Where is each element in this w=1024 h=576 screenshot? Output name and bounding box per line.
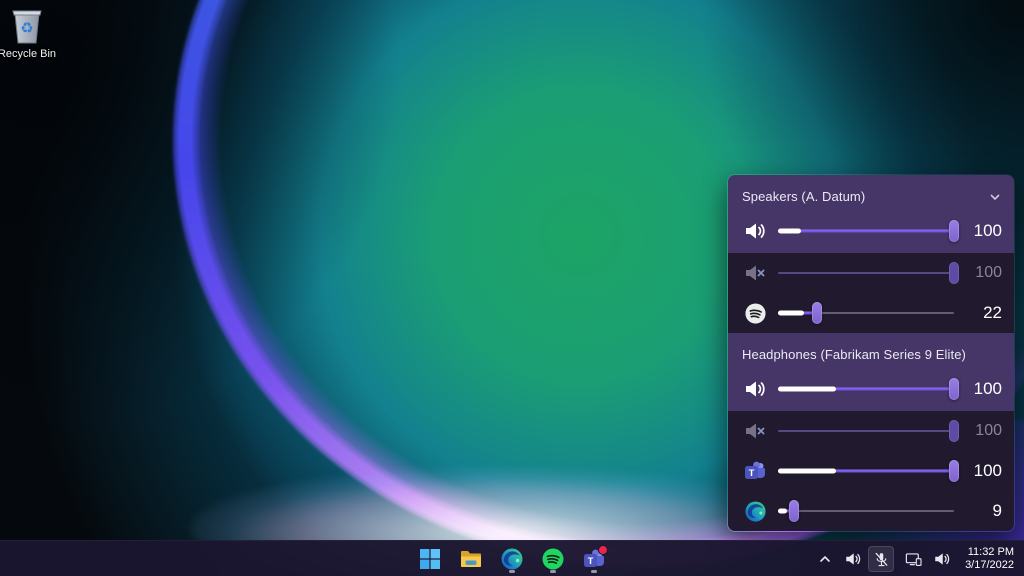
tray-volume-button[interactable] bbox=[929, 545, 955, 573]
edge-taskbar-button[interactable] bbox=[498, 544, 526, 574]
volume-value: 100 bbox=[964, 461, 1002, 481]
spotify-slider-row: 22 bbox=[728, 293, 1014, 333]
mic-muted-button[interactable] bbox=[868, 546, 894, 572]
volume-slider[interactable] bbox=[778, 219, 954, 243]
headphones-device-section: Headphones (Fabrikam Series 9 Elite) 100 bbox=[728, 333, 1014, 411]
speakers-header[interactable]: Speakers (A. Datum) bbox=[728, 175, 1014, 209]
volume-slider[interactable] bbox=[778, 499, 954, 523]
headphones-volume-slider-row: 100 bbox=[728, 367, 1014, 411]
speaker-icon bbox=[844, 550, 862, 568]
display-icon bbox=[904, 550, 923, 569]
volume-slider[interactable] bbox=[778, 459, 954, 483]
system-muted-slider-row: 100 bbox=[728, 253, 1014, 293]
teams-slider-row: T 100 bbox=[728, 451, 1014, 491]
taskbar-app-icons: T bbox=[416, 541, 608, 576]
clock-time: 11:32 PM bbox=[965, 546, 1014, 559]
running-indicator bbox=[509, 570, 515, 573]
teams-icon: T bbox=[742, 458, 768, 484]
volume-value: 100 bbox=[964, 264, 1002, 282]
running-indicator bbox=[591, 570, 597, 573]
speakers-apps-section: 100 22 bbox=[728, 253, 1014, 333]
speaker-muted-icon bbox=[742, 260, 768, 286]
svg-text:T: T bbox=[749, 468, 755, 479]
volume-slider[interactable] bbox=[778, 301, 954, 325]
volume-slider-thumb[interactable] bbox=[812, 302, 822, 324]
speaker-icon bbox=[933, 550, 951, 568]
volume-slider[interactable] bbox=[778, 261, 954, 285]
svg-text:♻: ♻ bbox=[20, 20, 33, 37]
windows-logo-icon bbox=[419, 548, 441, 570]
speakers-volume-slider-row: 100 bbox=[728, 209, 1014, 253]
speakers-device-section: Speakers (A. Datum) 100 bbox=[728, 175, 1014, 253]
chevron-down-icon[interactable] bbox=[988, 190, 1002, 204]
speaker-icon bbox=[742, 218, 768, 244]
running-indicator bbox=[550, 570, 556, 573]
headphones-header[interactable]: Headphones (Fabrikam Series 9 Elite) bbox=[728, 333, 1014, 367]
start-button[interactable] bbox=[416, 544, 444, 574]
volume-mixer-panel: Speakers (A. Datum) 100 bbox=[727, 174, 1015, 532]
chevron-up-icon bbox=[818, 552, 832, 566]
recycle-bin-label: Recycle Bin bbox=[0, 48, 64, 60]
clock-date: 3/17/2022 bbox=[965, 559, 1014, 572]
volume-value: 100 bbox=[964, 221, 1002, 241]
desktop: ♻ Recycle Bin Speakers (A. Datum) bbox=[0, 0, 1024, 576]
system-tray: 11:32 PM 3/17/2022 bbox=[814, 541, 1020, 576]
speaker-muted-icon bbox=[742, 418, 768, 444]
volume-slider[interactable] bbox=[778, 377, 954, 401]
mic-muted-icon bbox=[873, 551, 890, 568]
volume-value: 100 bbox=[964, 422, 1002, 440]
volume-slider-thumb[interactable] bbox=[949, 220, 959, 242]
edge-icon bbox=[742, 498, 768, 524]
system-muted-slider-row: 100 bbox=[728, 411, 1014, 451]
notification-badge bbox=[598, 545, 608, 555]
edge-slider-row: 9 bbox=[728, 491, 1014, 531]
speakers-device-title: Speakers (A. Datum) bbox=[742, 189, 865, 204]
volume-slider-thumb[interactable] bbox=[949, 460, 959, 482]
volume-slider-thumb[interactable] bbox=[949, 262, 959, 284]
volume-value: 100 bbox=[964, 379, 1002, 399]
spotify-icon bbox=[742, 300, 768, 326]
recycle-bin-icon: ♻ bbox=[9, 6, 45, 46]
taskbar: T bbox=[0, 540, 1024, 576]
file-explorer-icon bbox=[459, 547, 483, 571]
svg-text:T: T bbox=[588, 556, 594, 567]
tray-overflow-button[interactable] bbox=[814, 545, 836, 573]
call-indicator-group bbox=[838, 545, 896, 573]
volume-value: 22 bbox=[964, 303, 1002, 323]
edge-icon bbox=[500, 547, 524, 571]
volume-slider-thumb[interactable] bbox=[789, 500, 799, 522]
volume-slider-thumb[interactable] bbox=[949, 420, 959, 442]
volume-slider-thumb[interactable] bbox=[949, 378, 959, 400]
file-explorer-button[interactable] bbox=[457, 544, 485, 574]
network-volume-group[interactable] bbox=[898, 545, 957, 573]
spotify-taskbar-button[interactable] bbox=[539, 544, 567, 574]
speaker-icon bbox=[742, 376, 768, 402]
headphones-apps-section: 100 T 100 bbox=[728, 411, 1014, 531]
tray-speaker-button[interactable] bbox=[840, 545, 866, 573]
recycle-bin-shortcut[interactable]: ♻ Recycle Bin bbox=[0, 6, 64, 60]
teams-taskbar-button[interactable]: T bbox=[580, 544, 608, 574]
spotify-icon bbox=[541, 547, 565, 571]
volume-value: 9 bbox=[964, 501, 1002, 521]
volume-slider[interactable] bbox=[778, 419, 954, 443]
taskbar-clock[interactable]: 11:32 PM 3/17/2022 bbox=[965, 546, 1014, 572]
cast-display-button[interactable] bbox=[900, 545, 927, 573]
headphones-device-title: Headphones (Fabrikam Series 9 Elite) bbox=[742, 347, 966, 362]
